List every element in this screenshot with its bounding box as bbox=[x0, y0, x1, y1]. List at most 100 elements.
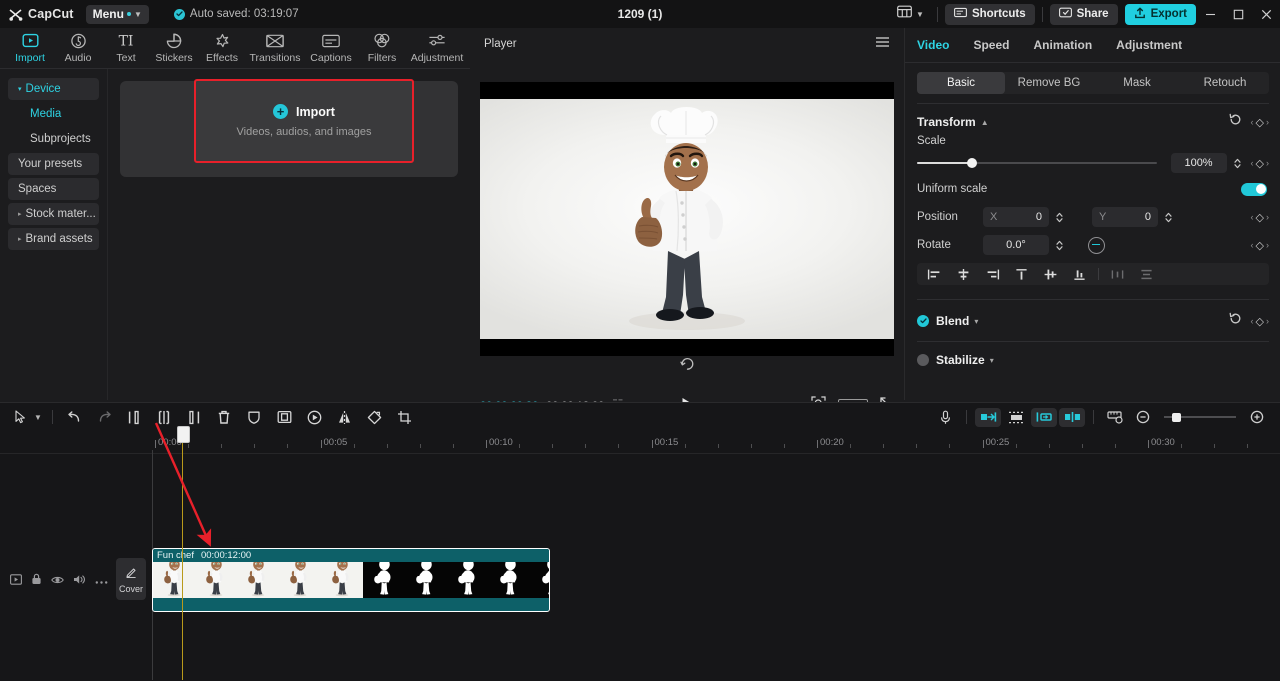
uniform-scale-toggle[interactable] bbox=[1241, 182, 1267, 196]
playhead-handle[interactable] bbox=[177, 426, 190, 443]
blend-keyframe[interactable]: ‹ ◇ › bbox=[1251, 315, 1269, 328]
more-icon[interactable] bbox=[95, 572, 108, 590]
chevron-down-icon[interactable]: ▾ bbox=[974, 317, 978, 326]
ruler-minor-tick bbox=[353, 444, 355, 448]
sidebar-item-stock-materials[interactable]: ▸ Stock mater... bbox=[8, 203, 99, 225]
loop-icon[interactable] bbox=[679, 357, 695, 375]
rotate-field[interactable]: 0.0° bbox=[983, 235, 1049, 255]
maximize-button[interactable] bbox=[1224, 0, 1252, 28]
subtab-basic[interactable]: Basic bbox=[917, 72, 1005, 94]
position-keyframe[interactable]: ‹ ◇ › bbox=[1251, 211, 1269, 224]
rotate-keyframe[interactable]: ‹ ◇ › bbox=[1251, 239, 1269, 252]
export-button[interactable]: Export bbox=[1124, 3, 1196, 25]
snap-center-icon[interactable] bbox=[1059, 407, 1085, 427]
zoom-out-icon[interactable] bbox=[1130, 408, 1156, 427]
tab-transitions[interactable]: Transitions bbox=[246, 32, 304, 64]
timeline-zoom-slider[interactable] bbox=[1164, 411, 1236, 423]
tab-import[interactable]: Import bbox=[6, 32, 54, 64]
sidebar-item-media[interactable]: Media bbox=[8, 103, 99, 125]
timeline-ruler[interactable]: 00:00 00:05 00:10 00:15 00:20 00:25 00:30 bbox=[0, 431, 1280, 454]
position-x-stepper[interactable] bbox=[1053, 211, 1066, 224]
shortcuts-button[interactable]: Shortcuts bbox=[944, 3, 1035, 25]
freeze-icon[interactable] bbox=[269, 405, 299, 429]
tab-filters[interactable]: Filters bbox=[358, 32, 406, 64]
menu-button[interactable]: Menu ▼ bbox=[85, 4, 149, 24]
timeline-clip[interactable]: Fun chef 00:00:12:00 bbox=[152, 548, 550, 612]
keyframe-control[interactable]: ‹ ◇ › bbox=[1251, 116, 1269, 129]
speaker-icon[interactable] bbox=[73, 572, 86, 590]
tab-effects[interactable]: Effects bbox=[198, 32, 246, 64]
ruler-icon[interactable] bbox=[1102, 408, 1128, 427]
tab-audio[interactable]: Audio bbox=[54, 32, 102, 64]
sidebar-item-your-presets[interactable]: Your presets bbox=[8, 153, 99, 175]
align-center-h-icon[interactable] bbox=[950, 265, 977, 284]
scale-stepper[interactable] bbox=[1231, 157, 1244, 170]
scale-slider[interactable] bbox=[917, 156, 1157, 170]
tab-animation[interactable]: Animation bbox=[1033, 38, 1092, 52]
minimize-button[interactable] bbox=[1196, 0, 1224, 28]
share-button[interactable]: Share bbox=[1049, 3, 1118, 25]
trim-left-icon[interactable] bbox=[119, 405, 149, 429]
tab-video[interactable]: Video bbox=[917, 38, 949, 52]
video-track-icon[interactable] bbox=[10, 572, 22, 590]
tab-stickers[interactable]: Stickers bbox=[150, 32, 198, 64]
sidebar-item-brand-assets[interactable]: ▸ Brand assets bbox=[8, 228, 99, 250]
sidebar-item-subprojects[interactable]: Subprojects bbox=[8, 128, 99, 150]
shield-icon[interactable] bbox=[239, 405, 269, 429]
hamburger-icon[interactable] bbox=[875, 35, 890, 53]
tab-captions[interactable]: Captions bbox=[304, 32, 358, 64]
slider-knob[interactable] bbox=[1172, 412, 1181, 422]
position-x-field[interactable]: X 0 bbox=[983, 207, 1049, 227]
rotate-dial[interactable] bbox=[1088, 236, 1105, 254]
cursor-icon[interactable] bbox=[10, 405, 30, 429]
lock-icon[interactable] bbox=[31, 572, 42, 590]
scale-keyframe[interactable]: ‹ ◇ › bbox=[1251, 157, 1269, 170]
snap-end-icon[interactable] bbox=[1031, 407, 1057, 427]
preview-stage[interactable] bbox=[480, 82, 894, 356]
speed-icon[interactable] bbox=[299, 405, 329, 429]
import-button[interactable]: + Import Videos, audios, and images bbox=[194, 79, 414, 163]
media-dropzone[interactable]: + Import Videos, audios, and images bbox=[120, 79, 458, 177]
sidebar-item-device[interactable]: ▾ Device bbox=[8, 78, 99, 100]
slider-knob[interactable] bbox=[967, 158, 977, 168]
chevron-down-icon[interactable]: ▾ bbox=[990, 356, 994, 365]
align-center-v-icon[interactable] bbox=[1037, 265, 1064, 284]
crop-icon[interactable] bbox=[389, 405, 419, 429]
snap-start-icon[interactable] bbox=[975, 407, 1001, 427]
cover-button[interactable]: Cover bbox=[116, 558, 146, 600]
close-button[interactable] bbox=[1252, 0, 1280, 28]
auto-fit-icon[interactable] bbox=[1003, 408, 1029, 427]
sidebar-item-spaces[interactable]: Spaces bbox=[8, 178, 99, 200]
reset-icon[interactable] bbox=[1229, 113, 1242, 131]
rotate-stepper[interactable] bbox=[1053, 239, 1066, 252]
eye-icon[interactable] bbox=[51, 572, 64, 590]
subtab-mask[interactable]: Mask bbox=[1093, 72, 1181, 94]
align-top-icon[interactable] bbox=[1008, 265, 1035, 284]
trash-icon[interactable] bbox=[209, 405, 239, 429]
tab-adjustment[interactable]: Adjustment bbox=[406, 32, 468, 64]
tab-speed[interactable]: Speed bbox=[973, 38, 1009, 52]
tab-text[interactable]: TI Text bbox=[102, 32, 150, 65]
align-bottom-icon[interactable] bbox=[1066, 265, 1093, 284]
align-left-icon[interactable] bbox=[921, 265, 948, 284]
position-y-field[interactable]: Y 0 bbox=[1092, 207, 1158, 227]
layout-button[interactable]: ▼ bbox=[891, 3, 930, 25]
subtab-remove-bg[interactable]: Remove BG bbox=[1005, 72, 1093, 94]
cursor-dropdown-icon[interactable]: ▼ bbox=[30, 405, 46, 429]
align-right-icon[interactable] bbox=[979, 265, 1006, 284]
redo-icon[interactable] bbox=[89, 405, 119, 429]
mirror-icon[interactable] bbox=[329, 405, 359, 429]
reset-icon[interactable] bbox=[1229, 312, 1242, 330]
split-icon[interactable] bbox=[149, 405, 179, 429]
chevron-up-icon[interactable]: ▲ bbox=[981, 118, 989, 127]
subtab-retouch[interactable]: Retouch bbox=[1181, 72, 1269, 94]
rotate-icon[interactable] bbox=[359, 405, 389, 429]
position-y-stepper[interactable] bbox=[1162, 211, 1175, 224]
scale-value[interactable]: 100% bbox=[1170, 153, 1227, 173]
undo-icon[interactable] bbox=[59, 405, 89, 429]
stabilize-checkbox[interactable] bbox=[917, 354, 929, 366]
tab-adjustment[interactable]: Adjustment bbox=[1116, 38, 1182, 52]
microphone-icon[interactable] bbox=[932, 408, 958, 427]
zoom-in-icon[interactable] bbox=[1244, 408, 1270, 427]
blend-checkbox[interactable] bbox=[917, 315, 929, 327]
